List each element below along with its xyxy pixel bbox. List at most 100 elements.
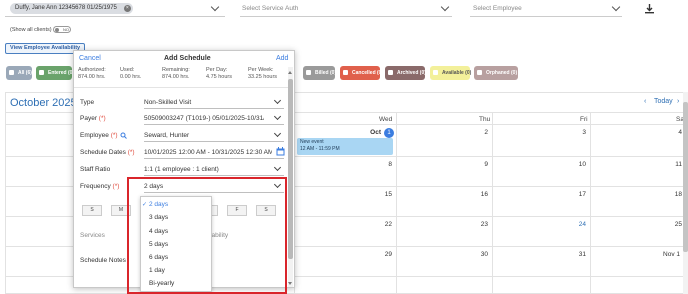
field-underline bbox=[144, 175, 284, 176]
scroll-up-arrow[interactable] bbox=[288, 71, 292, 74]
calendar-title: October 2025 bbox=[10, 97, 77, 109]
filter-label: Available (0) bbox=[442, 70, 472, 76]
staff-ratio-value: 1:1 (1 employee : 1 client) bbox=[144, 166, 219, 173]
show-all-clients-toggle[interactable]: NO bbox=[53, 26, 71, 33]
toggle-label: NO bbox=[63, 27, 69, 32]
payer-label-text: Payer bbox=[80, 115, 97, 122]
stat-per-week: Per Week: 33.25 hours bbox=[248, 67, 277, 81]
required-mark: (*) bbox=[127, 149, 135, 156]
add-button[interactable]: Add bbox=[276, 55, 288, 62]
calendar-col-line bbox=[590, 112, 591, 294]
service-auth-select[interactable]: Select Service Auth bbox=[242, 5, 298, 12]
today-badge[interactable]: 1 bbox=[384, 128, 394, 138]
payer-field[interactable]: Payer (*) 50509003247 (T1019-) 05/01/202… bbox=[80, 111, 284, 126]
stat-remaining: Remaining: 874.00 hrs. bbox=[162, 67, 190, 81]
employee-value: Seward, Hunter bbox=[144, 132, 190, 139]
stat-value: 874.00 hrs. bbox=[162, 74, 190, 80]
chevron-down-icon[interactable] bbox=[440, 2, 450, 12]
day-number[interactable]: 29 bbox=[372, 251, 392, 258]
chevron-down-icon[interactable] bbox=[611, 2, 621, 12]
employee-label-text: Employee bbox=[80, 132, 109, 139]
filter-label: All (6) bbox=[18, 70, 32, 76]
cancel-button[interactable]: Cancel bbox=[79, 55, 101, 62]
day-number[interactable]: 18 bbox=[662, 191, 682, 198]
calendar-col-line bbox=[396, 112, 397, 294]
day-header-thu: Thu bbox=[479, 116, 491, 123]
day-header-wed: Wed bbox=[379, 116, 393, 123]
chevron-down-icon[interactable] bbox=[273, 129, 282, 138]
chevron-down-icon[interactable] bbox=[210, 2, 220, 12]
client-select-underline bbox=[5, 16, 225, 17]
day-number-highlighted[interactable]: 24 bbox=[566, 221, 586, 228]
day-number[interactable]: 17 bbox=[566, 191, 586, 198]
services-label: Services bbox=[80, 232, 105, 239]
day-number[interactable]: 8 bbox=[372, 161, 392, 168]
scrollbar-thumb[interactable] bbox=[683, 102, 688, 252]
stat-value: 33.25 hours bbox=[248, 74, 278, 80]
type-label: Type bbox=[80, 99, 95, 106]
prev-month-button[interactable]: ‹ bbox=[644, 98, 646, 105]
download-icon[interactable] bbox=[644, 3, 655, 14]
next-month-button[interactable]: › bbox=[677, 98, 679, 105]
field-underline bbox=[144, 141, 284, 142]
payer-value: 50509003247 (T1019-) 05/01/2025-10/31/20… bbox=[144, 115, 264, 122]
filter-label: Orphaned (0) bbox=[486, 70, 518, 76]
highlight-box bbox=[127, 177, 287, 294]
search-icon[interactable] bbox=[120, 132, 127, 139]
weekday-sun[interactable]: S bbox=[82, 205, 102, 216]
calendar-icon[interactable] bbox=[276, 147, 285, 156]
day-number[interactable]: 31 bbox=[566, 251, 586, 258]
stat-label: Per Week: bbox=[248, 67, 274, 73]
chevron-down-icon[interactable] bbox=[273, 112, 282, 121]
required-mark: (*) bbox=[110, 132, 118, 139]
scrollbar-thumb[interactable] bbox=[288, 79, 293, 259]
day-header-fri: Fri bbox=[580, 116, 588, 123]
client-chip[interactable]: Duffy, Jane Ann 12345678 01/25/1975 × bbox=[10, 3, 133, 14]
stat-used: Used: 0.00 hrs. bbox=[120, 67, 141, 81]
filter-entered[interactable]: Entered (0) bbox=[36, 66, 74, 80]
day-number[interactable]: 11 bbox=[662, 161, 682, 168]
stat-label: Remaining: bbox=[162, 67, 190, 73]
scroll-down-arrow[interactable] bbox=[288, 282, 292, 285]
day-number[interactable]: 16 bbox=[468, 191, 488, 198]
day-number[interactable]: 10 bbox=[566, 161, 586, 168]
calendar-scrollbar[interactable] bbox=[683, 92, 688, 294]
schedule-dates-field[interactable]: Schedule Dates (*) 10/01/2025 12:00 AM -… bbox=[80, 145, 285, 160]
today-button[interactable]: Today bbox=[654, 98, 673, 105]
day-number[interactable]: 25 bbox=[662, 221, 682, 228]
filter-orphaned[interactable]: Orphaned (0) bbox=[474, 66, 518, 80]
modal-scrollbar[interactable] bbox=[288, 67, 293, 287]
day-number[interactable]: 4 bbox=[662, 129, 682, 136]
employee-label: Employee (*) bbox=[80, 132, 118, 139]
modal-title: Add Schedule bbox=[164, 55, 211, 62]
payer-label: Payer (*) bbox=[80, 115, 106, 122]
stat-per-day: Per Day: 4.75 hours bbox=[206, 67, 232, 81]
client-chip-label: Duffy, Jane Ann 12345678 01/25/1975 bbox=[15, 5, 117, 11]
day-number[interactable]: 23 bbox=[468, 221, 488, 228]
day-number[interactable]: 15 bbox=[372, 191, 392, 198]
calendar-event[interactable]: New event 12 AM - 11:59 PM bbox=[297, 138, 393, 155]
staff-ratio-field[interactable]: Staff Ratio 1:1 (1 employee : 1 client) bbox=[80, 162, 284, 177]
modal-header: Cancel Add Schedule Add bbox=[74, 51, 294, 65]
day-number[interactable]: 3 bbox=[566, 129, 586, 136]
day-number[interactable]: 22 bbox=[372, 221, 392, 228]
event-title: New event bbox=[300, 139, 324, 145]
employee-select[interactable]: Select Employee bbox=[473, 5, 522, 12]
day-number-nov[interactable]: Nov 1 bbox=[650, 251, 680, 258]
chevron-down-icon[interactable] bbox=[273, 163, 282, 172]
schedule-notes-label: Schedule Notes bbox=[80, 257, 126, 264]
filter-all[interactable]: All (6) bbox=[6, 66, 32, 80]
filter-cancelled[interactable]: Cancelled (0) bbox=[340, 66, 383, 80]
employee-field[interactable]: Employee (*) Seward, Hunter bbox=[80, 128, 284, 143]
required-mark: (*) bbox=[98, 115, 106, 122]
day-number[interactable]: 2 bbox=[468, 129, 488, 136]
chevron-down-icon[interactable] bbox=[273, 96, 282, 105]
filter-available[interactable]: Available (0) bbox=[430, 66, 472, 80]
filter-archived[interactable]: Archived (0) bbox=[385, 66, 426, 80]
day-number[interactable]: 9 bbox=[468, 161, 488, 168]
close-icon[interactable]: × bbox=[123, 5, 131, 12]
schedule-dates-value: 10/01/2025 12:00 AM - 10/31/2025 12:30 A… bbox=[144, 149, 272, 156]
type-field[interactable]: Type Non-Skilled Visit bbox=[80, 95, 284, 110]
day-number[interactable]: 30 bbox=[468, 251, 488, 258]
filter-billed[interactable]: Billed (0) bbox=[303, 66, 336, 80]
